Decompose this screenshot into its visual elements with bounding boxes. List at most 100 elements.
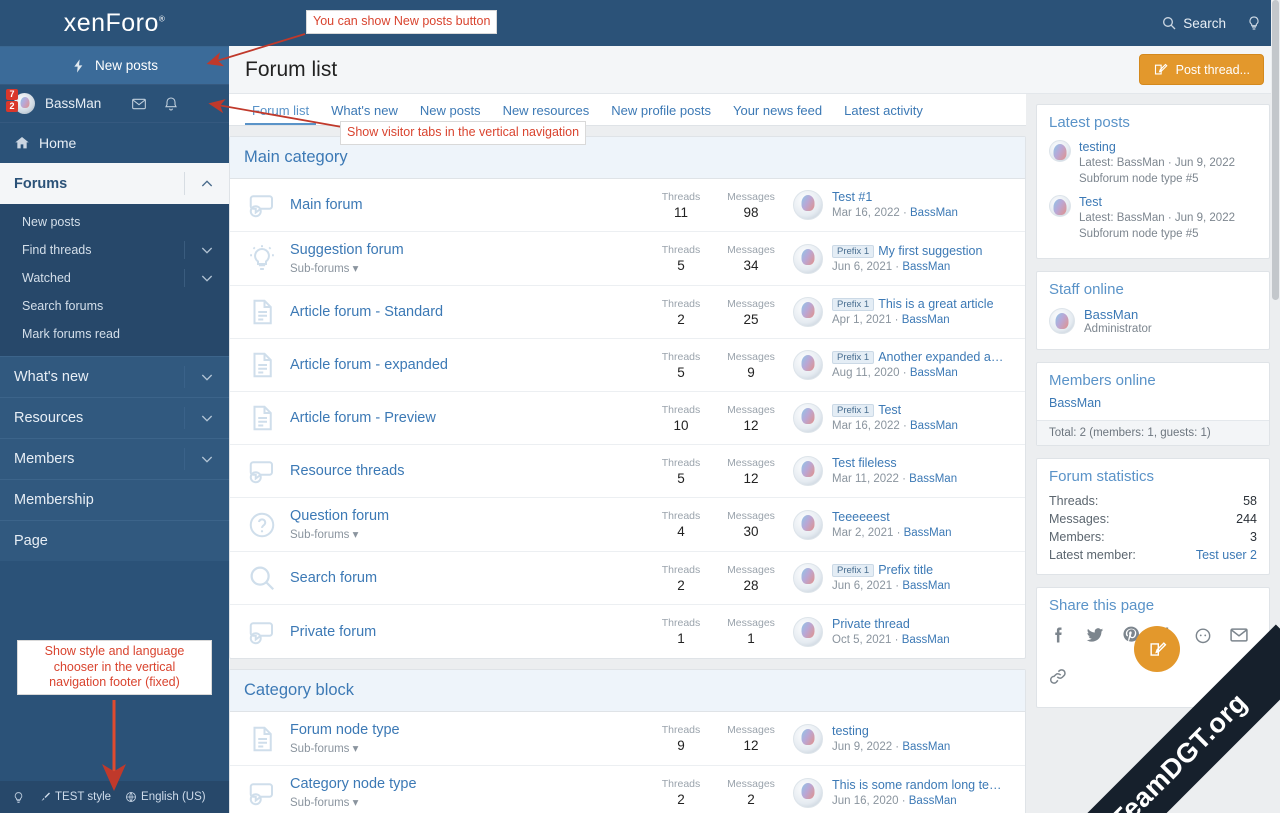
sidebar-item-watched[interactable]: Watched bbox=[0, 264, 229, 292]
node-row[interactable]: Private forum Threads 1 Messages 1 Private th… bbox=[230, 605, 1025, 658]
sidebar-user-row[interactable]: 7 2 BassMan bbox=[0, 84, 229, 122]
reddit-icon[interactable] bbox=[1193, 625, 1213, 650]
node-row[interactable]: Resource threads Threads 5 Messages 12 Test f… bbox=[230, 445, 1025, 498]
avatar[interactable] bbox=[793, 777, 823, 808]
node-title-link[interactable]: Article forum - Preview bbox=[290, 410, 657, 426]
sidebar-item-search-forums[interactable]: Search forums bbox=[0, 292, 229, 320]
sidebar-section-forums[interactable]: Forums bbox=[0, 163, 229, 204]
node-row[interactable]: Suggestion forum Sub-forums ▾ Threads 5 Mess… bbox=[230, 232, 1025, 286]
tab-forum-list[interactable]: Forum list bbox=[241, 103, 320, 125]
sub-forums-toggle[interactable]: Sub-forums ▾ bbox=[290, 261, 657, 275]
avatar[interactable] bbox=[793, 403, 823, 433]
avatar[interactable] bbox=[793, 190, 823, 220]
last-post-user[interactable]: BassMan bbox=[909, 795, 957, 807]
avatar[interactable] bbox=[1049, 308, 1075, 335]
last-post-title[interactable]: Prefix 1 Test bbox=[832, 403, 958, 417]
avatar[interactable] bbox=[793, 350, 823, 380]
link-icon[interactable] bbox=[1049, 666, 1069, 691]
last-post-user[interactable]: BassMan bbox=[904, 527, 952, 539]
tab-new-profile-posts[interactable]: New profile posts bbox=[600, 103, 722, 125]
scrollbar-thumb[interactable] bbox=[1272, 0, 1279, 300]
sidebar-section-membership[interactable]: Membership bbox=[0, 479, 229, 520]
node-title-link[interactable]: Search forum bbox=[290, 570, 657, 586]
search-button[interactable]: Search bbox=[1161, 15, 1226, 31]
avatar[interactable] bbox=[793, 723, 823, 754]
last-post-title[interactable]: Private thread bbox=[832, 617, 950, 631]
sidebar-item-mark-forums-read[interactable]: Mark forums read bbox=[0, 320, 229, 348]
language-chooser[interactable]: English (US) bbox=[125, 791, 206, 803]
sub-forums-toggle[interactable]: Sub-forums ▾ bbox=[290, 795, 657, 809]
sidebar-item-find-threads[interactable]: Find threads bbox=[0, 236, 229, 264]
node-title-link[interactable]: Main forum bbox=[290, 197, 657, 213]
node-row[interactable]: Question forum Sub-forums ▾ Threads 4 Messag… bbox=[230, 498, 1025, 552]
avatar[interactable] bbox=[793, 509, 823, 540]
badge-conversations[interactable]: 7 bbox=[6, 89, 18, 100]
post-thread-button[interactable]: Post thread... bbox=[1138, 54, 1264, 85]
sidebar-item-home[interactable]: Home bbox=[0, 122, 229, 163]
facebook-icon[interactable] bbox=[1049, 625, 1069, 650]
chevron-down-icon[interactable] bbox=[199, 242, 215, 258]
style-chooser[interactable]: TEST style bbox=[39, 791, 111, 803]
avatar[interactable] bbox=[793, 297, 823, 327]
latest-post-title[interactable]: testing bbox=[1079, 140, 1235, 154]
last-post-title[interactable]: Prefix 1 This is a great article bbox=[832, 297, 994, 311]
sub-forums-toggle[interactable]: Sub-forums ▾ bbox=[290, 741, 657, 755]
last-post-user[interactable]: BassMan bbox=[910, 207, 958, 219]
node-title-link[interactable]: Question forum bbox=[290, 508, 657, 524]
last-post-title[interactable]: Prefix 1 My first suggestion bbox=[832, 244, 982, 258]
last-post-user[interactable]: BassMan bbox=[902, 741, 950, 753]
chevron-down-icon[interactable] bbox=[199, 369, 215, 385]
last-post-title[interactable]: Test fileless bbox=[832, 456, 957, 470]
site-logo[interactable]: xenForo® bbox=[0, 0, 229, 46]
last-post-user[interactable]: BassMan bbox=[909, 473, 957, 485]
chevron-down-icon[interactable] bbox=[199, 451, 215, 467]
node-title-link[interactable]: Suggestion forum bbox=[290, 242, 657, 258]
tab-your-news-feed[interactable]: Your news feed bbox=[722, 103, 833, 125]
member-online-name[interactable]: BassMan bbox=[1049, 396, 1257, 418]
node-row[interactable]: Article forum - Standard Threads 2 Messages… bbox=[230, 286, 1025, 339]
chevron-down-icon[interactable] bbox=[199, 270, 215, 286]
node-row[interactable]: Main forum Threads 11 Messages 98 Test #1 Mar … bbox=[230, 179, 1025, 232]
sub-forums-toggle[interactable]: Sub-forums ▾ bbox=[290, 527, 657, 541]
share-compose-fab[interactable] bbox=[1134, 626, 1180, 673]
thread-prefix-badge[interactable]: Prefix 1 bbox=[832, 404, 875, 417]
avatar[interactable] bbox=[1049, 195, 1071, 218]
last-post-user[interactable]: BassMan bbox=[902, 261, 950, 273]
staff-name[interactable]: BassMan bbox=[1084, 307, 1152, 322]
node-row[interactable]: Article forum - expanded Threads 5 Messages… bbox=[230, 339, 1025, 392]
thread-prefix-badge[interactable]: Prefix 1 bbox=[832, 298, 875, 311]
last-post-user[interactable]: BassMan bbox=[902, 314, 950, 326]
thread-prefix-badge[interactable]: Prefix 1 bbox=[832, 244, 875, 258]
twitter-icon[interactable] bbox=[1085, 625, 1105, 650]
envelope-icon[interactable] bbox=[131, 96, 147, 112]
node-title-link[interactable]: Resource threads bbox=[290, 463, 657, 479]
avatar[interactable] bbox=[793, 456, 823, 486]
chevron-down-icon[interactable] bbox=[199, 410, 215, 426]
node-row[interactable]: Search forum Threads 2 Messages 28 Prefix 1 Pr… bbox=[230, 552, 1025, 605]
list-item[interactable]: BassMan Administrator bbox=[1049, 305, 1257, 339]
node-title-link[interactable]: Forum node type bbox=[290, 722, 657, 738]
list-item[interactable]: Test Latest: BassMan · Jun 9, 2022 Subfo… bbox=[1049, 193, 1257, 248]
sidebar-new-posts-button[interactable]: New posts bbox=[0, 46, 229, 84]
last-post-title[interactable]: Prefix 1 Another expanded article bbox=[832, 350, 1007, 364]
sidebar-username[interactable]: BassMan bbox=[45, 96, 101, 111]
email-icon[interactable] bbox=[1229, 625, 1249, 650]
node-title-link[interactable]: Private forum bbox=[290, 624, 657, 640]
avatar[interactable] bbox=[1049, 140, 1071, 162]
avatar[interactable] bbox=[793, 243, 823, 274]
last-post-title[interactable]: Prefix 1 Prefix title bbox=[832, 563, 950, 577]
latest-member-link[interactable]: Test user 2 bbox=[1196, 548, 1257, 562]
avatar[interactable] bbox=[793, 616, 823, 647]
node-title-link[interactable]: Article forum - Standard bbox=[290, 304, 657, 320]
last-post-title[interactable]: Teeeeeest bbox=[832, 510, 952, 524]
bell-icon[interactable] bbox=[163, 96, 179, 112]
sidebar-item-new-posts[interactable]: New posts bbox=[0, 208, 229, 236]
thread-prefix-badge[interactable]: Prefix 1 bbox=[832, 351, 875, 364]
thread-prefix-badge[interactable]: Prefix 1 bbox=[832, 564, 875, 577]
avatar[interactable] bbox=[793, 563, 823, 593]
badge-alerts[interactable]: 2 bbox=[6, 101, 18, 112]
sidebar-section-resources[interactable]: Resources bbox=[0, 397, 229, 438]
last-post-user[interactable]: BassMan bbox=[902, 634, 950, 646]
latest-post-title[interactable]: Test bbox=[1079, 195, 1235, 209]
node-row[interactable]: Article forum - Preview Threads 10 Messages… bbox=[230, 392, 1025, 445]
